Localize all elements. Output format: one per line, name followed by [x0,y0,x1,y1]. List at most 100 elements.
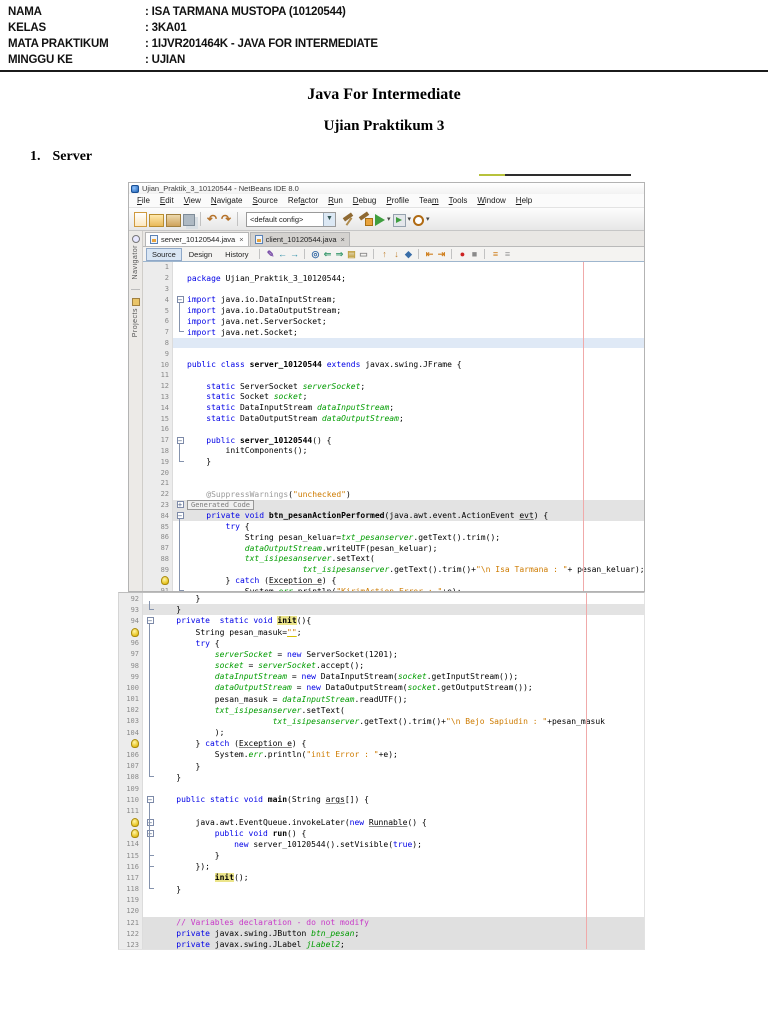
line-number: 20 [143,467,173,478]
code-line: 110− public static void main(String args… [119,794,644,805]
uncomment-icon[interactable]: ≡ [501,248,513,261]
menu-item-source[interactable]: Source [248,196,283,205]
new-file-icon[interactable] [134,212,147,227]
config-value: <default config> [247,215,323,224]
code-line: 13 static Socket socket; [143,392,644,403]
tab-client_10120544.java[interactable]: client_10120544.java× [250,232,350,246]
toggle-bookmark-icon[interactable]: ◆ [402,248,414,261]
fold-column [143,761,157,772]
config-combobox[interactable]: <default config>▼ [246,212,336,227]
editor-view-button-design[interactable]: Design [183,248,218,261]
open-project-icon[interactable] [166,214,181,227]
undo-icon[interactable]: ↶ [205,212,219,227]
fold-toggle-icon[interactable]: − [147,617,154,624]
code-line: 123 private javax.swing.JLabel jLabel2; [119,939,644,949]
menu-item-run[interactable]: Run [323,196,348,205]
warning-bulb-icon[interactable] [131,628,139,637]
code-editor-bottom[interactable]: 92 }93 }94− private static void init(){ … [119,593,644,949]
code-line: 20 [143,467,644,478]
sidebar-tab-projects[interactable]: Projects [132,298,140,337]
menu-item-team[interactable]: Team [414,196,444,205]
generated-code-fold-badge[interactable]: Generated Code [187,500,254,510]
find-previous-icon[interactable]: ⇐ [321,248,333,261]
run-project-icon[interactable] [375,214,385,226]
fold-toggle-icon[interactable]: − [177,512,184,519]
tab-close-icon[interactable]: × [239,235,243,244]
code-line: 15 static DataOutputStream dataOutputStr… [143,413,644,424]
fold-column [173,446,187,457]
code-line: 18 initComponents(); [143,446,644,457]
last-edit-icon[interactable]: ✎ [264,248,276,261]
stop-macro-icon[interactable]: ■ [468,248,480,261]
code-text: static DataOutputStream dataOutputStream… [187,414,644,423]
chevron-down-icon[interactable]: ▾ [426,215,430,223]
tab-close-icon[interactable]: × [341,235,345,244]
code-text: } [157,762,644,771]
code-editor-top[interactable]: 12package Ujian_Praktik_3_10120544;34−im… [143,262,644,591]
forward-icon[interactable]: → [288,248,300,261]
chevron-down-icon[interactable]: ▼ [323,213,335,226]
clean-build-icon[interactable] [358,212,373,227]
code-line: 19 } [143,456,644,467]
warning-bulb-icon[interactable] [131,829,139,838]
find-selection-icon[interactable]: ◎ [309,248,321,261]
editor-view-button-source[interactable]: Source [146,248,182,261]
fold-toggle-icon[interactable]: + [177,501,184,508]
previous-bookmark-icon[interactable]: ↑ [378,248,390,261]
fold-toggle-icon[interactable]: − [177,437,184,444]
debug-project-icon[interactable] [393,214,406,227]
header-label: KELAS [8,20,145,36]
next-bookmark-icon[interactable]: ↓ [390,248,402,261]
back-icon[interactable]: ← [276,248,288,261]
line-number: 98 [119,660,143,671]
menu-item-window[interactable]: Window [472,196,510,205]
warning-bulb-icon[interactable] [131,739,139,748]
save-all-icon[interactable] [183,214,195,226]
warning-bulb-icon[interactable] [161,576,169,585]
build-project-icon[interactable] [341,212,356,227]
chevron-down-icon[interactable]: ▾ [387,215,391,223]
fold-toggle-icon[interactable]: − [177,296,184,303]
toggle-highlight-icon[interactable]: ▤ [345,248,357,261]
menu-item-tools[interactable]: Tools [444,196,473,205]
menu-item-help[interactable]: Help [511,196,537,205]
fold-column [173,402,187,413]
find-next-icon[interactable]: ⇒ [333,248,345,261]
code-text: init(); [157,873,644,882]
shift-left-icon[interactable]: ⇤ [423,248,435,261]
code-text: try { [187,522,644,531]
profile-project-icon[interactable] [413,215,424,226]
tab-server_10120544.java[interactable]: server_10120544.java× [145,232,249,246]
fold-toggle-icon[interactable]: − [147,796,154,803]
code-line: 89 txt_isipesanserver.getText().trim()+"… [143,564,644,575]
editor-view-button-history[interactable]: History [219,248,254,261]
line-number [119,828,143,839]
comment-icon[interactable]: ≡ [489,248,501,261]
line-number [119,627,143,638]
fold-column [143,649,157,660]
editor-toolbar-separator [484,249,485,259]
menu-item-edit[interactable]: Edit [155,196,179,205]
section-number: 1. [30,149,41,164]
menu-item-file[interactable]: File [132,196,155,205]
warning-bulb-icon[interactable] [131,818,139,827]
fold-toggle-icon[interactable]: − [147,830,154,837]
rectangular-selection-icon[interactable]: ▭ [357,248,369,261]
menu-item-profile[interactable]: Profile [381,196,414,205]
menu-item-refactor[interactable]: Refactor [283,196,323,205]
shift-right-icon[interactable]: ⇥ [435,248,447,261]
code-text: public static void main(String args[]) { [157,795,644,804]
start-macro-icon[interactable]: ● [456,248,468,261]
redo-icon[interactable]: ↷ [219,212,233,227]
line-number: 17 [143,435,173,446]
sidebar-tab-navigator[interactable]: Navigator [132,235,140,279]
menu-item-view[interactable]: View [179,196,206,205]
new-project-icon[interactable] [149,214,164,227]
code-line: 96 try { [119,638,644,649]
fold-toggle-icon[interactable]: − [147,819,154,826]
menu-item-debug[interactable]: Debug [348,196,382,205]
line-number: 11 [143,370,173,381]
code-line: 108 } [119,772,644,783]
menu-item-navigate[interactable]: Navigate [206,196,248,205]
chevron-down-icon[interactable]: ▾ [408,215,412,223]
